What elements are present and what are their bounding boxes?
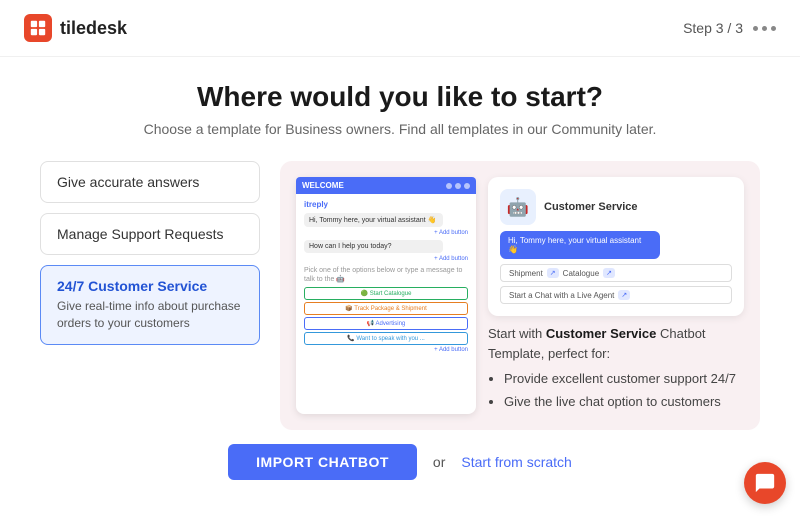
- content-area: Give accurate answers Manage Support Req…: [40, 161, 760, 430]
- dots: [753, 26, 776, 31]
- chat-header-icons: [446, 183, 470, 189]
- chat-option-3: 📢 Advertising: [304, 317, 468, 330]
- add-btn-1: + Add button: [304, 230, 468, 236]
- chat-fab-button[interactable]: [744, 462, 786, 504]
- cs-card: 🤖 Customer Service Hi, Tommy here, your …: [488, 177, 744, 316]
- header: tiledesk Step 3 / 3: [0, 0, 800, 57]
- page-title: Where would you like to start?: [40, 81, 760, 113]
- add-btn-3: + Add button: [304, 347, 468, 353]
- or-label: or: [433, 454, 445, 470]
- cs-option-live-badge: ↗: [618, 290, 630, 300]
- header-dot-2: [455, 183, 461, 189]
- bot-name-label: itreply: [304, 200, 468, 209]
- cs-card-header: 🤖 Customer Service: [500, 189, 732, 225]
- question-msg: How can I help you today?: [304, 240, 443, 253]
- add-btn-2: + Add button: [304, 256, 468, 262]
- template-item-accurate[interactable]: Give accurate answers: [40, 161, 260, 203]
- step-info: Step 3 / 3: [683, 20, 776, 36]
- bullet-2: Give the live chat option to customers: [504, 392, 744, 412]
- desc-bold: Customer Service: [546, 326, 657, 341]
- step-label: Step 3 / 3: [683, 20, 743, 36]
- cs-option-catalogue-badge: ↗: [603, 268, 615, 278]
- footer: IMPORT CHATBOT or Start from scratch: [40, 430, 760, 480]
- right-info: 🤖 Customer Service Hi, Tommy here, your …: [488, 177, 744, 414]
- logo-icon: [24, 14, 52, 42]
- cs-option-shipment-label: Shipment: [509, 269, 543, 278]
- cs-bubble: Hi, Tommy here, your virtual assistant 👋: [500, 231, 660, 259]
- logo: tiledesk: [24, 14, 127, 42]
- template-item-support[interactable]: Manage Support Requests: [40, 213, 260, 255]
- dot-1: [753, 26, 758, 31]
- template-desc-customer: Give real-time info about purchase order…: [57, 298, 243, 332]
- dot-2: [762, 26, 767, 31]
- bullet-list: Provide excellent customer support 24/7 …: [488, 369, 744, 411]
- header-dot-1: [446, 183, 452, 189]
- cs-option-catalogue-label: Catalogue: [563, 269, 599, 278]
- template-item-customer[interactable]: 24/7 Customer Service Give real-time inf…: [40, 265, 260, 345]
- cs-option-live-label: Start a Chat with a Live Agent: [509, 291, 614, 300]
- chat-preview-title: WELCOME: [302, 181, 344, 190]
- page-subtitle: Choose a template for Business owners. F…: [40, 121, 760, 137]
- cs-option-shipment: Shipment ↗ Catalogue ↗: [500, 264, 732, 282]
- header-dot-3: [464, 183, 470, 189]
- cs-option-live: Start a Chat with a Live Agent ↗: [500, 286, 732, 304]
- chat-preview-header: WELCOME: [296, 177, 476, 194]
- bullet-1: Provide excellent customer support 24/7: [504, 369, 744, 389]
- chat-option-2: 📦 Track Package & Shipment: [304, 302, 468, 315]
- cs-card-title: Customer Service: [544, 201, 638, 213]
- cs-options: Shipment ↗ Catalogue ↗ Start a Chat with…: [500, 264, 732, 304]
- desc-text: Start with: [488, 326, 542, 341]
- template-description: Start with Customer Service Chatbot Temp…: [488, 324, 744, 414]
- logo-text: tiledesk: [60, 18, 127, 39]
- tiledesk-icon: [29, 19, 47, 37]
- cs-icon: 🤖: [500, 189, 536, 225]
- cs-option-shipment-badge: ↗: [547, 268, 559, 278]
- start-from-scratch-link[interactable]: Start from scratch: [461, 454, 571, 470]
- chat-fab-icon: [754, 472, 776, 494]
- main-content: Where would you like to start? Choose a …: [0, 57, 800, 496]
- pick-text: Pick one of the options below or type a …: [304, 266, 468, 284]
- template-list: Give accurate answers Manage Support Req…: [40, 161, 260, 430]
- greeting-msg: Hi, Tommy here, your virtual assistant 👋: [304, 213, 443, 227]
- dot-3: [771, 26, 776, 31]
- template-title-customer: 24/7 Customer Service: [57, 278, 243, 294]
- chat-flow-preview: WELCOME itreply Hi, Tommy here, your vir…: [296, 177, 476, 414]
- chat-option-1: 🟢 Start Catalogue: [304, 287, 468, 300]
- preview-panel: WELCOME itreply Hi, Tommy here, your vir…: [280, 161, 760, 430]
- import-chatbot-button[interactable]: IMPORT CHATBOT: [228, 444, 417, 480]
- chat-option-4: 📞 Want to speak with you ...: [304, 332, 468, 345]
